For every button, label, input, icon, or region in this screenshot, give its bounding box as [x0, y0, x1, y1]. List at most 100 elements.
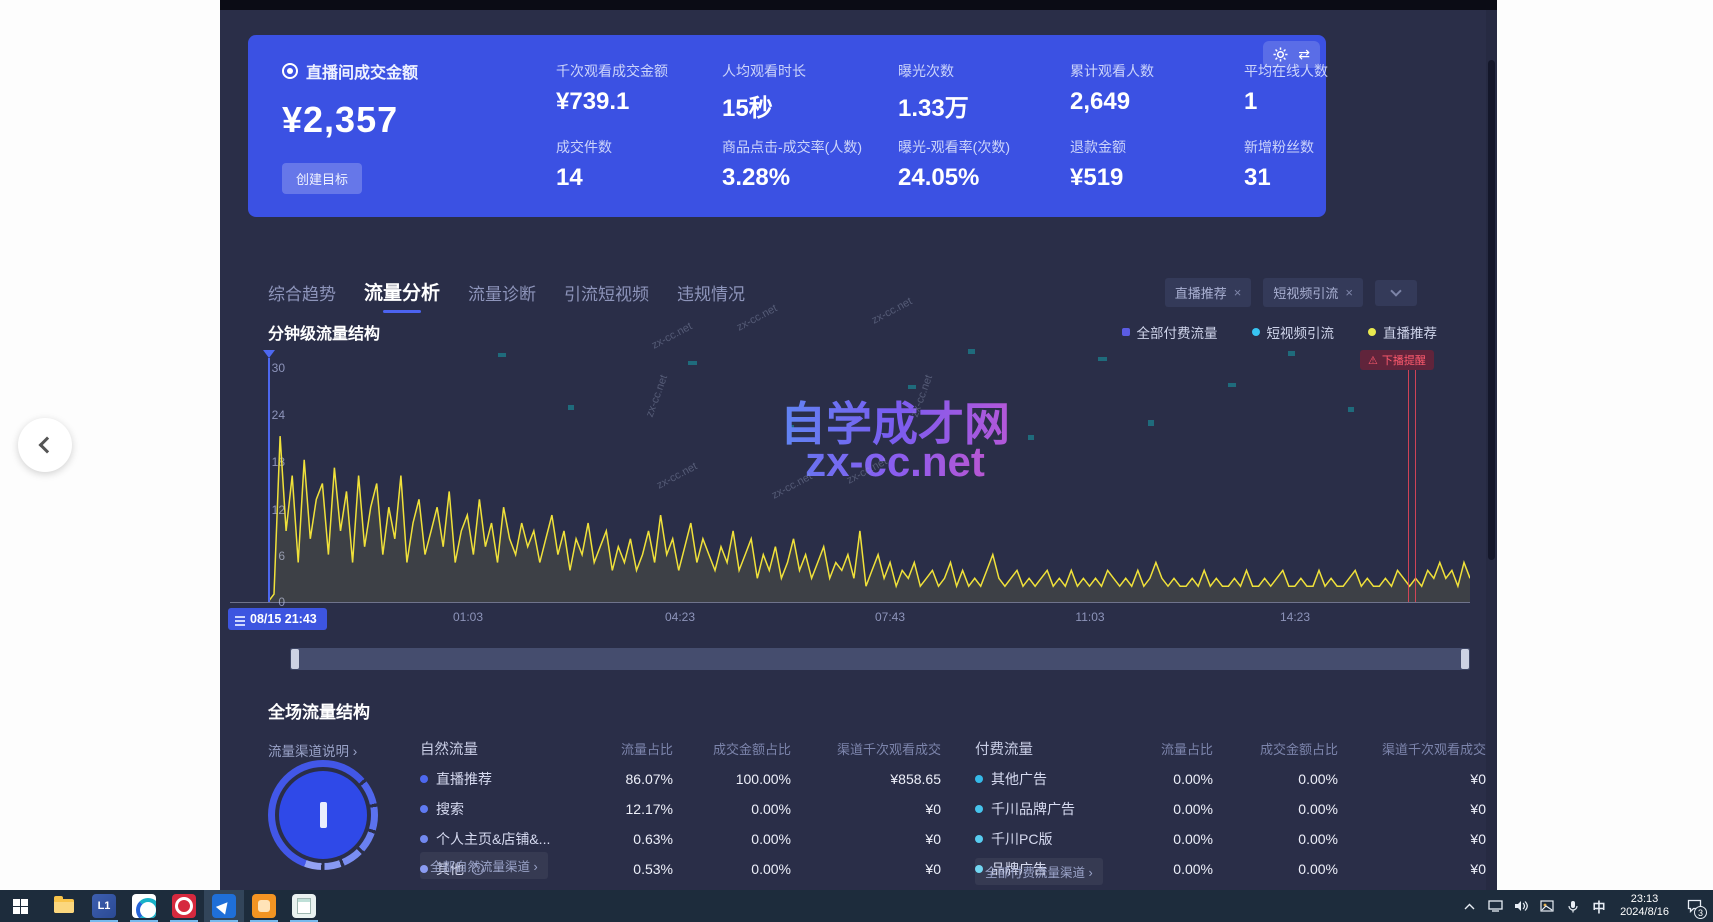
- kpi-label: 商品点击-成交率(人数): [722, 137, 892, 157]
- x-start-text: 08/15 21:43: [250, 612, 317, 626]
- table-row[interactable]: 千川PC版 0.00% 0.00% ¥0: [975, 829, 1486, 849]
- kpi-value: ¥519: [1070, 164, 1240, 192]
- watermark-url: zx-cc.net: [695, 438, 1095, 486]
- tab-traffic-diagnosis[interactable]: 流量诊断: [468, 280, 536, 313]
- legend-item-short-video[interactable]: 短视频引流: [1252, 322, 1335, 342]
- session-start-marker: [263, 350, 275, 358]
- artifact: [1348, 407, 1354, 412]
- taskbar-app-browser[interactable]: [164, 890, 204, 922]
- all-natural-channels-link[interactable]: 全部自然流量渠道 ›: [420, 852, 548, 879]
- artifact: [1228, 383, 1236, 387]
- window-scrollbar[interactable]: [1486, 10, 1497, 890]
- col-name: 付费流量: [975, 738, 1125, 759]
- channel-explain-link[interactable]: 流量渠道说明 ›: [268, 740, 357, 760]
- file-explorer-button[interactable]: [44, 890, 84, 922]
- tab-violations[interactable]: 违规情况: [677, 280, 745, 313]
- snipping-tool-icon[interactable]: [1536, 890, 1558, 922]
- alert-label: 下播提醒: [1382, 352, 1426, 368]
- legend-item-live-recommend[interactable]: 直播推荐: [1368, 322, 1437, 342]
- taskbar-app-live-tool[interactable]: [124, 890, 164, 922]
- all-paid-channels-link[interactable]: 全部付费流量渠道 ›: [975, 858, 1103, 885]
- taskbar-app-notepad[interactable]: [284, 890, 324, 922]
- session-start-line: [268, 358, 270, 602]
- filter-tag-live-recommend[interactable]: 直播推荐 ×: [1165, 278, 1252, 307]
- list-icon: [235, 616, 245, 628]
- network-icon[interactable]: [1484, 890, 1506, 922]
- tab-overall-trend[interactable]: 综合趋势: [268, 280, 336, 313]
- taskbar-app-orange[interactable]: [244, 890, 284, 922]
- kpi-value: ¥739.1: [556, 88, 726, 116]
- legend-label: 短视频引流: [1267, 322, 1335, 342]
- kpi-value: 3.28%: [722, 164, 892, 192]
- kpi-label: 人均观看时长: [722, 61, 892, 81]
- app-window: 直播间成交金额 ¥2,357 创建目标 千次观看成交金额 ¥739.1 人均观看…: [220, 0, 1497, 890]
- close-icon[interactable]: ×: [1234, 285, 1242, 300]
- legend-item-paid[interactable]: 全部付费流量: [1122, 322, 1218, 342]
- taskbar-app-l1[interactable]: L1: [84, 890, 124, 922]
- artifact: [568, 405, 574, 410]
- kpi-label: 曝光次数: [898, 61, 1068, 81]
- x-start-label[interactable]: 08/15 21:43: [228, 608, 327, 630]
- time-range-scrubber[interactable]: [290, 648, 1470, 670]
- taskbar-app-dashboard[interactable]: [204, 890, 244, 922]
- back-button[interactable]: [18, 418, 72, 472]
- gear-icon[interactable]: [1273, 47, 1288, 62]
- kpi-label: 新增粉丝数: [1244, 137, 1414, 157]
- traffic-donut-chart[interactable]: [268, 760, 378, 870]
- scrubber-handle-right[interactable]: [1461, 649, 1469, 669]
- table-row[interactable]: 个人主页&店铺&... 0.63% 0.00% ¥0: [420, 829, 941, 849]
- col-header: 渠道千次观看成交: [1338, 739, 1486, 758]
- chart-title: 分钟级流量结构: [268, 320, 380, 344]
- scrollbar-thumb[interactable]: [1488, 60, 1495, 560]
- table-row[interactable]: 搜索 12.17% 0.00% ¥0: [420, 799, 941, 819]
- volume-icon[interactable]: [1510, 890, 1532, 922]
- tab-traffic-analysis[interactable]: 流量分析: [364, 278, 440, 313]
- red-ring-icon: [172, 894, 196, 918]
- kpi-value: 2,649: [1070, 88, 1240, 116]
- kpi-cell: 曝光-观看率(次数) 24.05%: [898, 137, 1068, 192]
- clock[interactable]: 23:13 2024/8/16: [1614, 893, 1675, 919]
- notepad-icon: [292, 894, 316, 918]
- start-button[interactable]: [0, 890, 40, 922]
- orange-app-icon: [252, 894, 276, 918]
- tray-expand-button[interactable]: [1458, 890, 1480, 922]
- ime-indicator[interactable]: 中: [1588, 890, 1610, 922]
- col-header: 成交金额占比: [673, 739, 791, 758]
- alert-badge[interactable]: ⚠ 下播提醒: [1360, 350, 1434, 370]
- table-row[interactable]: 其他广告 0.00% 0.00% ¥0: [975, 769, 1486, 789]
- scrubber-handle-left[interactable]: [291, 649, 299, 669]
- primary-metric-label: 直播间成交金额: [306, 59, 418, 83]
- live-tool-icon: [132, 894, 156, 918]
- close-icon[interactable]: ×: [1345, 285, 1353, 300]
- scrubber-range[interactable]: [298, 648, 1462, 670]
- cursor-app-icon: [212, 894, 236, 918]
- kpi-label: 退款金额: [1070, 137, 1240, 157]
- clock-time: 23:13: [1631, 893, 1659, 905]
- artifact: [498, 353, 506, 357]
- filter-dropdown[interactable]: [1375, 280, 1417, 306]
- artifact: [688, 361, 697, 365]
- kpi-cell: 人均观看时长 15秒: [722, 61, 892, 123]
- filter-tag-short-video[interactable]: 短视频引流 ×: [1263, 278, 1363, 307]
- action-center-button[interactable]: 3: [1679, 890, 1709, 922]
- x-tick: 04:23: [665, 610, 695, 624]
- col-header: 渠道千次观看成交: [791, 739, 941, 758]
- create-goal-button[interactable]: 创建目标: [282, 163, 362, 194]
- kpi-cell: 累计观看人数 2,649: [1070, 61, 1240, 116]
- swap-icon[interactable]: ⇄: [1298, 46, 1310, 63]
- kpi-value: 1: [1244, 88, 1414, 116]
- legend-label: 直播推荐: [1383, 322, 1437, 342]
- chevron-down-icon: [1390, 285, 1401, 296]
- kpi-cell: 新增粉丝数 31: [1244, 137, 1414, 192]
- legend-label: 全部付费流量: [1137, 322, 1218, 342]
- table-header: 付费流量 流量占比 成交金额占比 渠道千次观看成交: [975, 738, 1486, 759]
- tab-short-video[interactable]: 引流短视频: [564, 280, 649, 313]
- microphone-icon[interactable]: [1562, 890, 1584, 922]
- table-row[interactable]: 千川品牌广告 0.00% 0.00% ¥0: [975, 799, 1486, 819]
- col-name: 自然流量: [420, 738, 598, 759]
- primary-metric-value: ¥2,357: [282, 99, 418, 141]
- system-tray: 中 23:13 2024/8/16 3: [1458, 890, 1713, 922]
- chart-legend: 全部付费流量 短视频引流 直播推荐: [1122, 322, 1438, 342]
- watermark-tile: zx-cc.net: [650, 320, 694, 351]
- table-row[interactable]: 直播推荐 86.07% 100.00% ¥858.65: [420, 769, 941, 789]
